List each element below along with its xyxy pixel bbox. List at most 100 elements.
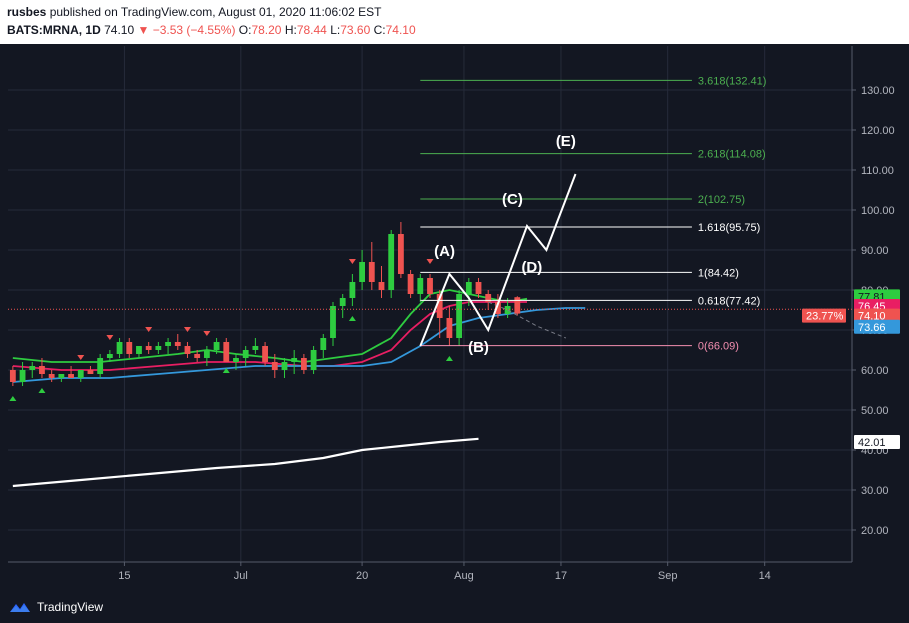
candle-body — [310, 350, 317, 370]
fib-level-label: 2(102.75) — [698, 194, 745, 206]
y-tick-label: 120.00 — [861, 125, 895, 137]
candle-body — [427, 278, 433, 294]
y-tick-label: 60.00 — [861, 365, 889, 377]
fib-level-label: 3.618(132.41) — [698, 75, 767, 87]
y-tick-label: 110.00 — [861, 165, 894, 177]
chart-area[interactable]: 20.0030.0040.0050.0060.0070.0080.0090.00… — [0, 44, 909, 589]
candle-body — [126, 342, 133, 354]
candle-body — [184, 346, 191, 354]
x-tick-label: Jul — [234, 570, 248, 582]
candle-body — [397, 234, 404, 274]
candle-body — [388, 234, 395, 290]
fib-level-label: 2.618(114.08) — [698, 149, 766, 161]
brand-text: TradingView — [37, 600, 104, 614]
fib-level-label: 1.618(95.75) — [698, 222, 760, 234]
y-tick-label: 90.00 — [861, 245, 889, 257]
candle-body — [407, 274, 414, 294]
candle-body — [475, 282, 482, 294]
wave-label: (D) — [521, 259, 542, 276]
candle-body — [68, 374, 74, 378]
x-tick-label: Aug — [454, 570, 474, 582]
wave-label: (C) — [502, 191, 523, 208]
candle-body — [87, 370, 94, 374]
candle-body — [339, 298, 346, 306]
candle-body — [359, 262, 366, 282]
candle-body — [145, 346, 152, 350]
candle-body — [223, 342, 230, 362]
candle-body — [446, 318, 453, 338]
candle-body — [97, 358, 104, 374]
candle-body — [281, 362, 288, 370]
price-change: ▼ −3.53 (−4.55%) — [137, 23, 236, 37]
candle-body — [29, 366, 36, 370]
x-tick-label: 14 — [759, 570, 771, 582]
candle-body — [58, 374, 65, 378]
candle-body — [9, 370, 16, 382]
tradingview-brand[interactable]: TradingView — [9, 598, 103, 616]
candle-body — [262, 346, 268, 362]
published-text: published on TradingView.com, August 01,… — [49, 5, 382, 19]
candle-body — [349, 282, 356, 298]
candle-body — [106, 354, 113, 358]
x-tick-label: 17 — [555, 570, 567, 582]
fib-level-label: 0.618(77.42) — [698, 295, 760, 307]
close-label: C: — [373, 23, 386, 37]
candle-body — [48, 374, 55, 378]
candle-body — [233, 358, 239, 362]
high-label: H: — [284, 23, 297, 37]
candle-body — [320, 338, 327, 350]
open-value: 78.20 — [251, 23, 282, 37]
candle-body — [465, 282, 472, 294]
price-chart[interactable]: 20.0030.0040.0050.0060.0070.0080.0090.00… — [0, 44, 909, 589]
symbol-line: BATS:MRNA, 1D 74.10 ▼ −3.53 (−4.55%) O:7… — [7, 23, 416, 37]
candle-body — [368, 262, 375, 282]
low-label: L: — [330, 23, 341, 37]
candle-body — [203, 350, 210, 358]
y-tick-label: 30.00 — [861, 485, 889, 497]
fib-level-label: 0(66.09) — [698, 341, 739, 353]
candle-body — [116, 342, 123, 354]
chart-footer: TradingView — [0, 589, 909, 623]
candle-body — [504, 306, 511, 314]
y-tick-label: 20.00 — [861, 525, 889, 537]
author-name[interactable]: rusbes — [7, 5, 46, 19]
candle-body — [300, 358, 307, 370]
percent-change-label: 23.77% — [806, 311, 844, 323]
y-tick-label: 50.00 — [861, 405, 889, 417]
candle-body — [19, 370, 26, 382]
price-tag-label: 73.66 — [858, 322, 886, 334]
chart-header: rusbes published on TradingView.com, Aug… — [0, 0, 909, 44]
price-tag-label: 42.01 — [858, 437, 886, 449]
x-tick-label: 15 — [118, 570, 130, 582]
candle-body — [174, 342, 181, 346]
low-value: 73.60 — [340, 23, 371, 37]
y-tick-label: 130.00 — [861, 85, 895, 97]
y-tick-label: 100.00 — [861, 205, 895, 217]
x-tick-label: 20 — [356, 570, 368, 582]
x-tick-label: Sep — [658, 570, 678, 582]
wave-label: (A) — [434, 243, 455, 260]
candle-body — [194, 354, 201, 358]
fib-level-label: 1(84.42) — [698, 267, 739, 279]
candle-body — [271, 362, 278, 370]
candle-body — [39, 366, 45, 374]
candle-body — [136, 346, 142, 354]
symbol-label: BATS:MRNA, 1D — [7, 23, 101, 37]
candle-body — [378, 282, 385, 290]
wave-label: (E) — [556, 133, 576, 150]
candle-body — [77, 370, 84, 378]
wave-label: (B) — [468, 339, 489, 356]
open-label: O: — [238, 23, 252, 37]
candle-body — [417, 278, 424, 294]
candle-body — [155, 346, 162, 350]
publish-line: rusbes published on TradingView.com, Aug… — [7, 5, 382, 19]
tradingview-logo-icon — [10, 603, 30, 612]
high-value: 78.44 — [296, 23, 327, 37]
candle-body — [514, 297, 521, 314]
candle-body — [291, 358, 298, 362]
close-value: 74.10 — [385, 23, 416, 37]
candle-body — [242, 350, 249, 358]
candle-body — [213, 342, 220, 350]
last-price: 74.10 — [104, 23, 135, 37]
candle-body — [330, 306, 336, 338]
